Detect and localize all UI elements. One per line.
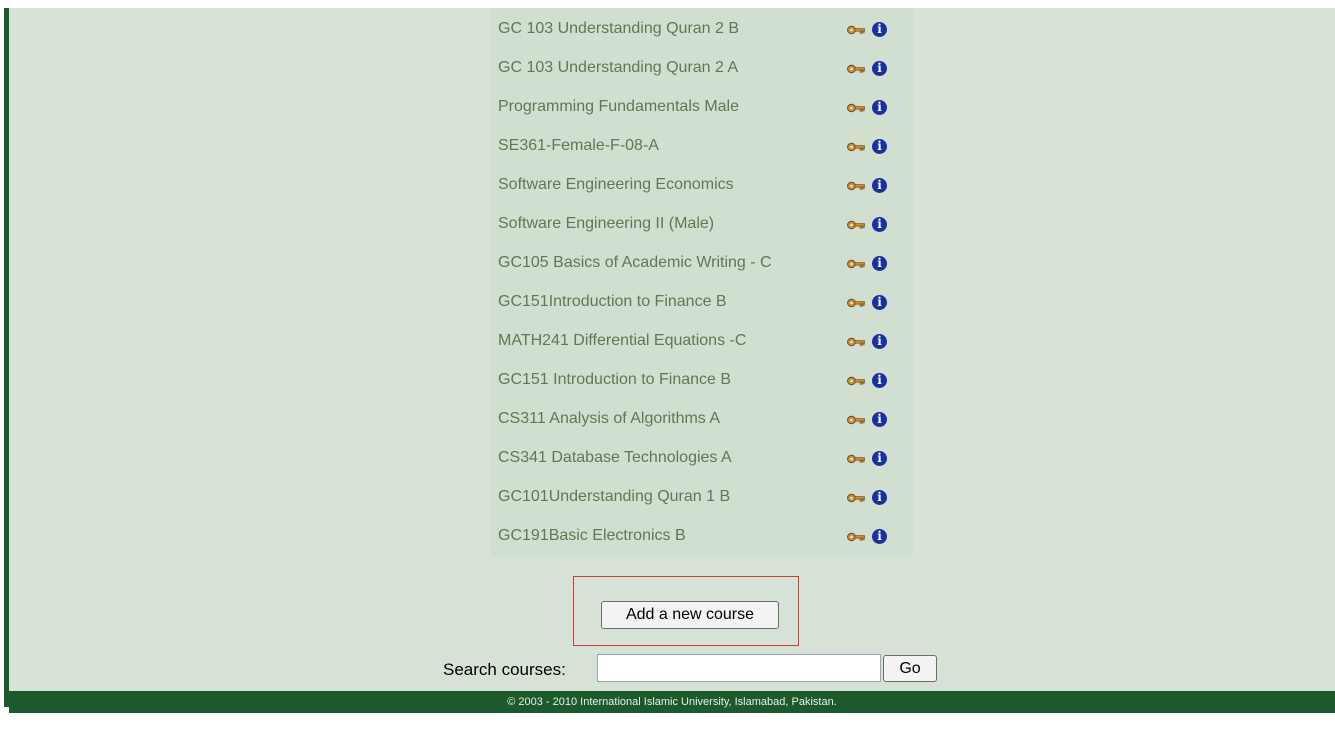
info-icon[interactable]: i	[872, 412, 887, 427]
info-icon[interactable]: i	[872, 100, 887, 115]
info-icon[interactable]: i	[872, 139, 887, 154]
course-list: GC 103 Understanding Quran 2 Bi GC 103 Un…	[491, 8, 913, 556]
course-link[interactable]: Software Engineering II (Male)	[498, 215, 714, 233]
key-icon[interactable]	[847, 414, 865, 426]
course-row: SE361-Female-F-08-A i	[491, 128, 913, 167]
course-link[interactable]: GC 103 Understanding Quran 2 A	[498, 59, 738, 77]
course-link[interactable]: Software Engineering Economics	[498, 176, 734, 194]
course-row: MATH241 Differential Equations -C i	[491, 323, 913, 362]
course-row: CS311 Analysis of Algorithms A i	[491, 401, 913, 440]
search-courses-label: Search courses:	[443, 660, 566, 679]
page: GC 103 Understanding Quran 2 Bi GC 103 Un…	[0, 0, 1335, 731]
course-row: Programming Fundamentals Male i	[491, 89, 913, 128]
course-row: GC 103 Understanding Quran 2 A i	[491, 50, 913, 89]
course-link[interactable]: GC101Understanding Quran 1 B	[498, 488, 730, 506]
footer: © 2003 - 2010 International Islamic Univ…	[9, 691, 1335, 713]
course-row: CS341 Database Technologies A i	[491, 440, 913, 479]
course-link[interactable]: GC151Introduction to Finance B	[498, 293, 727, 311]
key-icon[interactable]	[847, 141, 865, 153]
key-icon[interactable]	[847, 63, 865, 75]
course-row: GC151Introduction to Finance B i	[491, 284, 913, 323]
course-row: GC101Understanding Quran 1 B i	[491, 479, 913, 518]
key-icon[interactable]	[847, 375, 865, 387]
key-icon[interactable]	[847, 336, 865, 348]
key-icon[interactable]	[847, 24, 865, 36]
search-courses-input[interactable]	[597, 654, 881, 682]
info-icon[interactable]: i	[872, 451, 887, 466]
course-link[interactable]: CS341 Database Technologies A	[498, 449, 732, 467]
course-link[interactable]: Programming Fundamentals Male	[498, 98, 739, 116]
key-icon[interactable]	[847, 258, 865, 270]
info-icon[interactable]: i	[872, 334, 887, 349]
go-button[interactable]: Go	[883, 655, 937, 682]
info-icon[interactable]: i	[872, 256, 887, 271]
key-icon[interactable]	[847, 180, 865, 192]
key-icon[interactable]	[847, 531, 865, 543]
info-icon[interactable]: i	[872, 178, 887, 193]
key-icon[interactable]	[847, 297, 865, 309]
course-row: Software Engineering II (Male) i	[491, 206, 913, 245]
course-link[interactable]: GC 103 Understanding Quran 2 B	[498, 20, 739, 38]
key-icon[interactable]	[847, 453, 865, 465]
copyright-text: © 2003 - 2010 International Islamic Univ…	[507, 696, 837, 708]
course-row: GC 103 Understanding Quran 2 B i	[491, 11, 913, 50]
course-row: GC191Basic Electronics B i	[491, 518, 913, 557]
info-icon[interactable]: i	[872, 373, 887, 388]
course-link[interactable]: CS311 Analysis of Algorithms A	[498, 410, 720, 428]
course-link[interactable]: GC151 Introduction to Finance B	[498, 371, 731, 389]
course-link[interactable]: MATH241 Differential Equations -C	[498, 332, 746, 350]
course-link[interactable]: SE361-Female-F-08-A	[498, 137, 659, 155]
info-icon[interactable]: i	[872, 217, 887, 232]
course-link[interactable]: GC191Basic Electronics B	[498, 527, 686, 545]
info-icon[interactable]: i	[872, 61, 887, 76]
key-icon[interactable]	[847, 492, 865, 504]
course-row: GC151 Introduction to Finance B i	[491, 362, 913, 401]
course-row: Software Engineering Economics i	[491, 167, 913, 206]
course-row: GC105 Basics of Academic Writing - C i	[491, 245, 913, 284]
key-icon[interactable]	[847, 102, 865, 114]
info-icon[interactable]: i	[872, 22, 887, 37]
add-course-button[interactable]: Add a new course	[601, 601, 779, 629]
info-icon[interactable]: i	[872, 295, 887, 310]
key-icon[interactable]	[847, 219, 865, 231]
info-icon[interactable]: i	[872, 490, 887, 505]
course-link[interactable]: GC105 Basics of Academic Writing - C	[498, 254, 772, 272]
info-icon[interactable]: i	[872, 529, 887, 544]
